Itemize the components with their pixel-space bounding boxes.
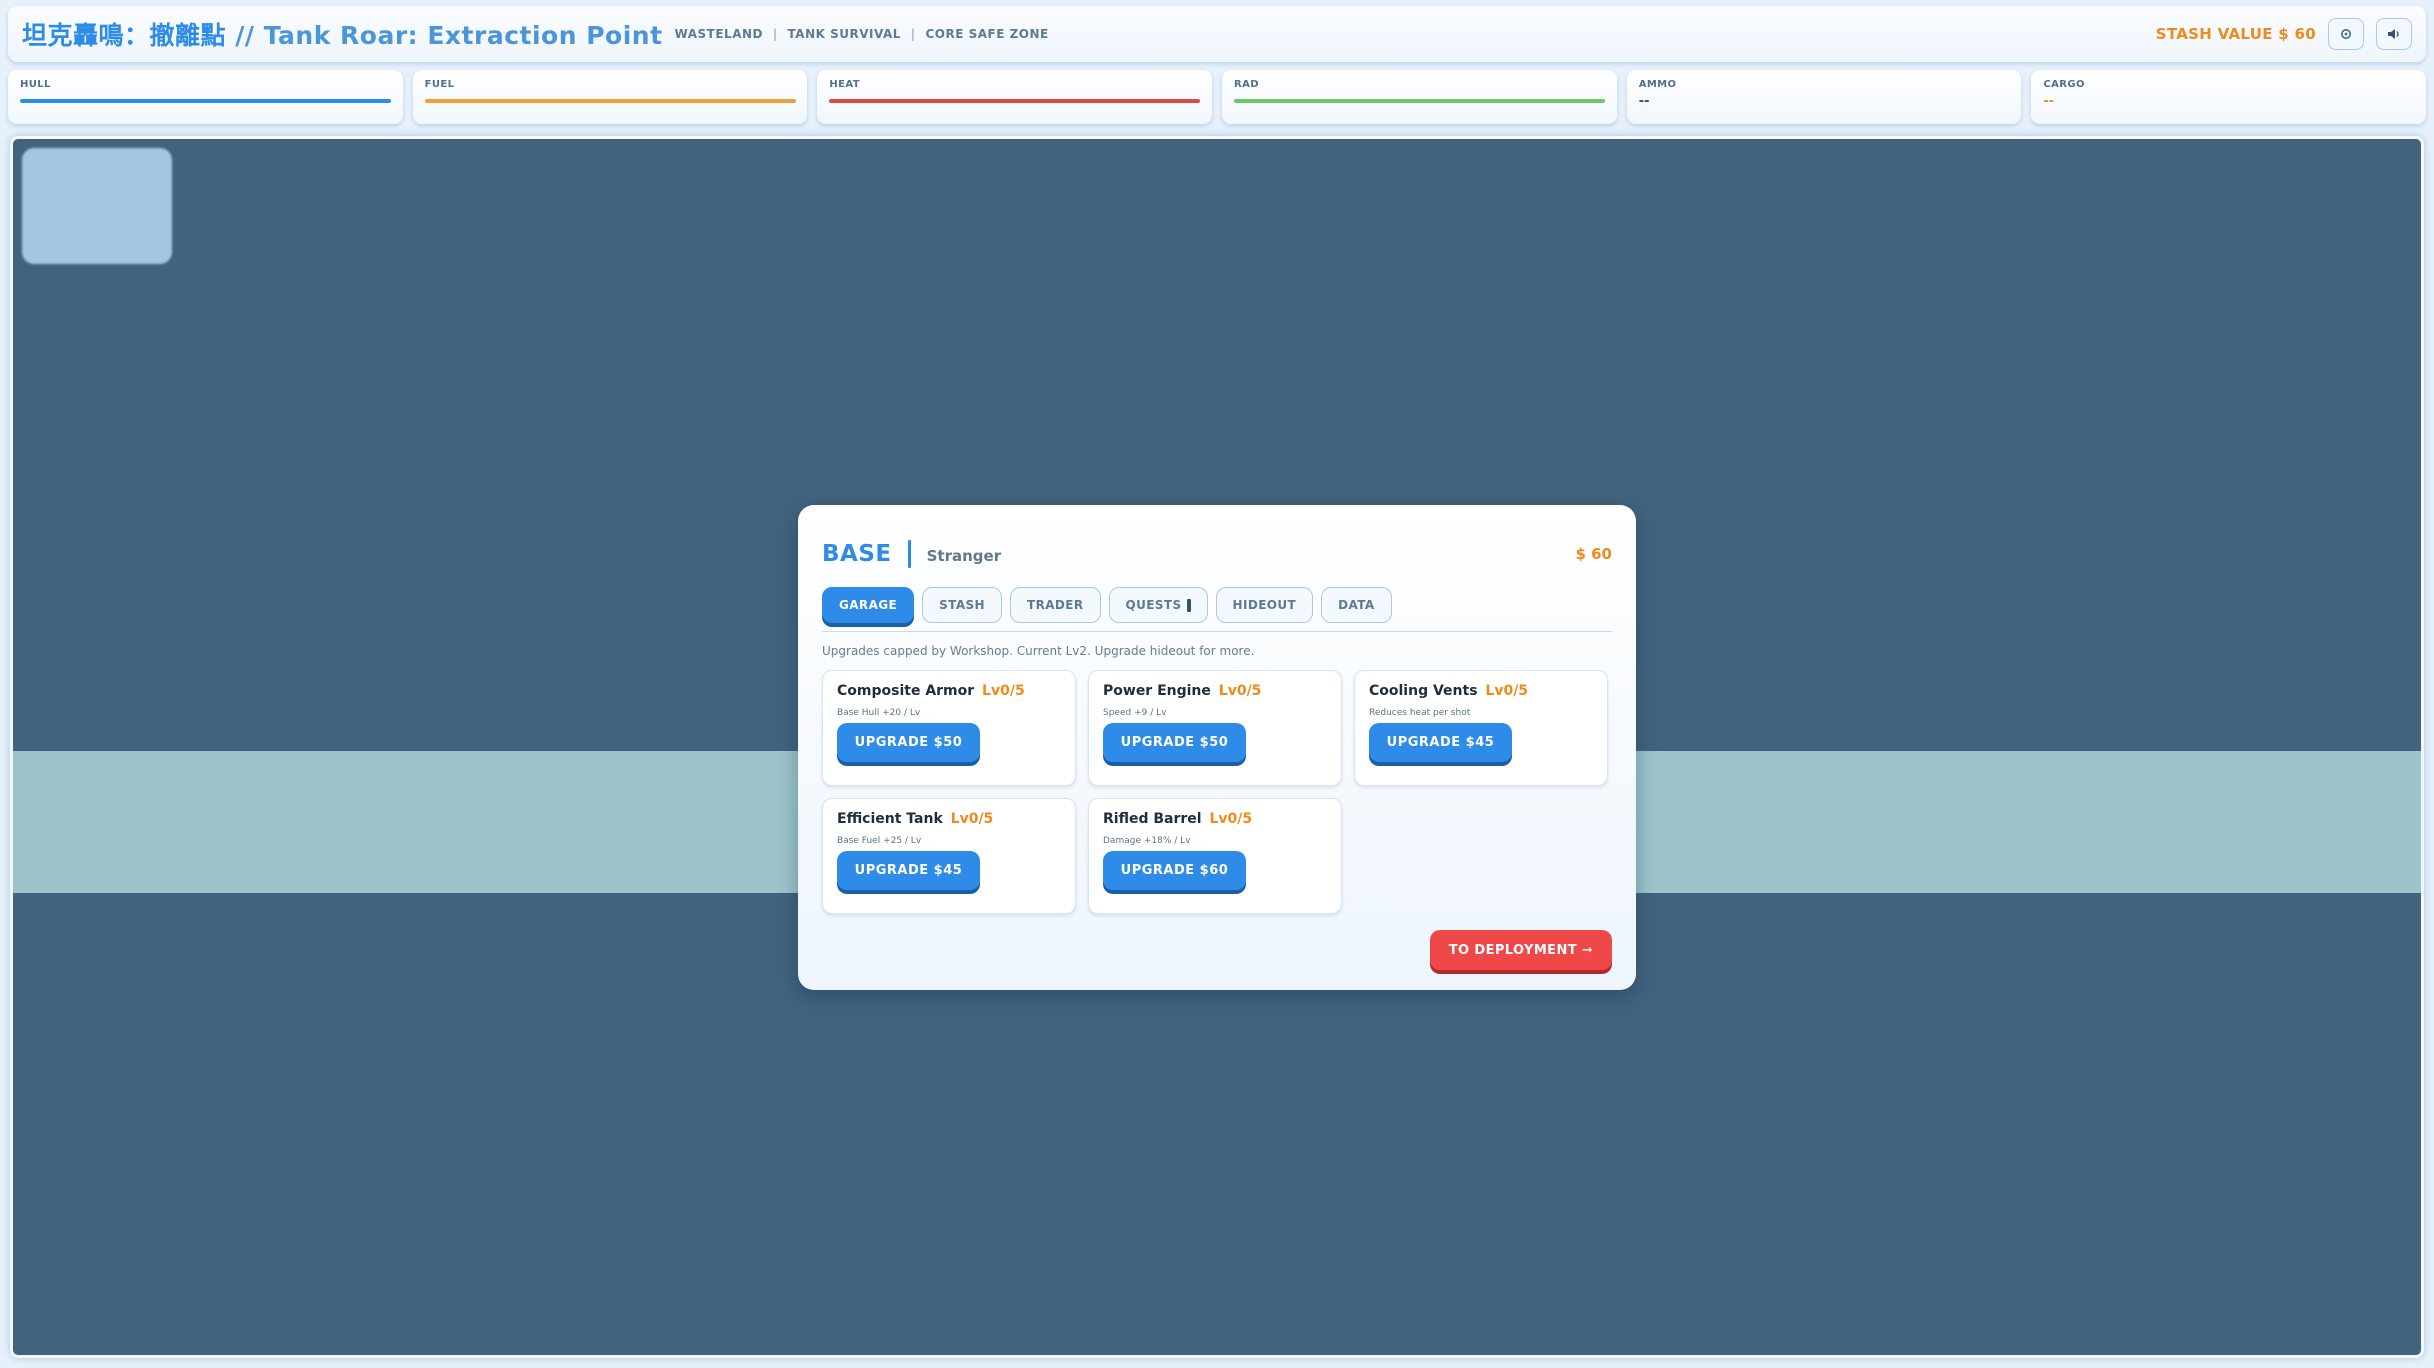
heat-bar xyxy=(829,99,1201,103)
rad-bar xyxy=(1234,99,1606,103)
stat-heat: HEAT xyxy=(817,70,1213,124)
upgrade-description: Base Hull +20 / Lv xyxy=(837,708,921,718)
minimap xyxy=(22,148,172,264)
tab-quests-label: QUESTS xyxy=(1125,598,1182,612)
upgrade-card-efficient-tank: Efficient Tank Lv0/5 Base Fuel +25 / Lv … xyxy=(822,798,1076,914)
upgrade-cap-notice: Upgrades capped by Workshop. Current Lv2… xyxy=(822,644,1255,658)
stat-ammo-label: AMMO xyxy=(1638,79,1677,90)
breadcrumb-item-wasteland: WASTELAND xyxy=(674,27,763,41)
gear-icon xyxy=(2341,29,2351,39)
breadcrumb-item-core-safe-zone: CORE SAFE ZONE xyxy=(925,27,1049,41)
top-bar: 坦克轟鳴：撤離點 // Tank Roar: Extraction Point … xyxy=(8,6,2426,62)
stat-cargo: CARGO -- xyxy=(2031,70,2427,124)
player-name: Stranger xyxy=(926,547,1002,565)
stat-rad-label: RAD xyxy=(1234,79,1259,90)
upgrade-name: Rifled Barrel xyxy=(1103,811,1202,827)
game-title-en: // Tank Roar: Extraction Point xyxy=(235,21,663,50)
upgrade-level: Lv0/5 xyxy=(1218,683,1262,699)
upgrade-card-composite-armor: Composite Armor Lv0/5 Base Hull +20 / Lv… xyxy=(822,670,1076,786)
fuel-bar xyxy=(424,99,796,103)
notification-badge xyxy=(1186,598,1191,612)
stat-heat-label: HEAT xyxy=(829,79,860,90)
title-divider xyxy=(907,540,911,568)
to-deployment-button[interactable]: TO DEPLOYMENT ➞ xyxy=(1430,930,1612,970)
tab-data[interactable]: DATA xyxy=(1321,587,1392,623)
upgrade-card-power-engine: Power Engine Lv0/5 Speed +9 / Lv UPGRADE… xyxy=(1088,670,1342,786)
tab-garage[interactable]: GARAGE xyxy=(822,587,915,623)
breadcrumb-item-tank-survival: TANK SURVIVAL xyxy=(787,27,901,41)
upgrade-title: Composite Armor Lv0/5 xyxy=(837,683,1061,699)
tab-stash[interactable]: STASH xyxy=(922,587,1002,623)
upgrade-level: Lv0/5 xyxy=(982,683,1025,699)
stat-ammo: AMMO -- xyxy=(1626,70,2022,124)
stat-fuel-label: FUEL xyxy=(424,79,455,90)
upgrade-name: Efficient Tank xyxy=(837,811,943,827)
speaker-icon xyxy=(2388,29,2399,39)
upgrade-button-efficient-tank[interactable]: UPGRADE $45 xyxy=(837,851,980,890)
upgrade-card-cooling-vents: Cooling Vents Lv0/5 Reduces heat per sho… xyxy=(1354,670,1608,786)
upgrade-description: Base Fuel +25 / Lv xyxy=(837,836,922,846)
tab-hideout[interactable]: HIDEOUT xyxy=(1215,587,1314,623)
upgrade-button-composite-armor[interactable]: UPGRADE $50 xyxy=(837,723,980,762)
base-title: BASE xyxy=(822,541,892,567)
cargo-value: -- xyxy=(2043,94,2055,109)
stat-hull-label: HULL xyxy=(20,79,51,90)
upgrade-level: Lv0/5 xyxy=(950,811,994,827)
settings-button[interactable] xyxy=(2328,18,2364,50)
upgrade-description: Reduces heat per shot xyxy=(1369,708,1471,718)
upgrade-title: Cooling Vents Lv0/5 xyxy=(1369,683,1593,699)
stat-cargo-label: CARGO xyxy=(2043,79,2085,90)
upgrade-card-rifled-barrel: Rifled Barrel Lv0/5 Damage +18% / Lv UPG… xyxy=(1088,798,1342,914)
stat-hull: HULL xyxy=(8,70,403,124)
upgrade-button-power-engine[interactable]: UPGRADE $50 xyxy=(1103,723,1246,762)
game-title: 坦克轟鳴：撤離點 // Tank Roar: Extraction Point xyxy=(22,16,663,52)
money-display: $ 60 xyxy=(1575,545,1612,563)
upgrade-title: Power Engine Lv0/5 xyxy=(1103,683,1327,699)
upgrade-button-cooling-vents[interactable]: UPGRADE $45 xyxy=(1369,723,1512,762)
breadcrumb-separator: | xyxy=(773,27,778,41)
hull-bar xyxy=(20,99,391,103)
upgrade-level: Lv0/5 xyxy=(1209,811,1253,827)
upgrade-name: Composite Armor xyxy=(837,683,975,699)
upgrade-title: Rifled Barrel Lv0/5 xyxy=(1103,811,1327,827)
top-bar-right: STASH VALUE $ 60 xyxy=(2156,18,2412,50)
upgrade-name: Power Engine xyxy=(1103,683,1211,699)
stat-bar-row: HULL FUEL HEAT RAD AMMO -- CARGO -- xyxy=(8,70,2427,124)
ammo-value: -- xyxy=(1638,94,1650,109)
breadcrumb-separator: | xyxy=(910,27,916,41)
upgrade-description: Speed +9 / Lv xyxy=(1103,708,1167,718)
upgrade-description: Damage +18% / Lv xyxy=(1103,836,1191,846)
tab-quests[interactable]: QUESTS xyxy=(1108,587,1208,623)
upgrade-title: Efficient Tank Lv0/5 xyxy=(837,811,1061,827)
upgrade-grid: Composite Armor Lv0/5 Base Hull +20 / Lv… xyxy=(822,670,1612,914)
game-title-cn: 坦克轟鳴：撤離點 xyxy=(22,21,227,50)
tab-trader[interactable]: TRADER xyxy=(1010,587,1101,623)
base-panel-header: BASE Stranger $ 60 xyxy=(822,529,1612,579)
stat-fuel: FUEL xyxy=(412,70,808,124)
upgrade-level: Lv0/5 xyxy=(1485,683,1529,699)
sound-button[interactable] xyxy=(2376,18,2412,50)
base-tabs: GARAGE STASH TRADER QUESTS HIDEOUT DATA xyxy=(822,587,1612,632)
stash-value: STASH VALUE $ 60 xyxy=(2155,25,2316,43)
base-panel: BASE Stranger $ 60 GARAGE STASH TRADER Q… xyxy=(798,505,1636,990)
upgrade-name: Cooling Vents xyxy=(1369,683,1478,699)
stat-rad: RAD xyxy=(1222,70,1617,124)
upgrade-button-rifled-barrel[interactable]: UPGRADE $60 xyxy=(1103,851,1246,890)
breadcrumb: WASTELAND | TANK SURVIVAL | CORE SAFE ZO… xyxy=(675,27,1049,41)
